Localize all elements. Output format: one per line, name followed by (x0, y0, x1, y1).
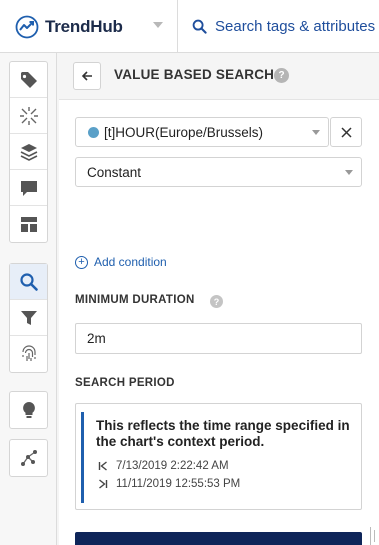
back-button[interactable] (73, 62, 101, 90)
crosshair-arrows-icon (19, 106, 38, 125)
rail-group-search (9, 263, 48, 373)
condition-select-value: Constant (87, 164, 142, 180)
graph-nodes-icon (20, 450, 37, 466)
rail-item-annotations[interactable] (10, 170, 47, 206)
layers-icon (20, 143, 37, 161)
period-end-row: 11/11/2019 12:55:53 PM (98, 478, 240, 490)
condition-select[interactable]: Constant (75, 157, 362, 187)
period-start-time: 7/13/2019 2:22:42 AM (116, 460, 229, 472)
fingerprint-icon (21, 345, 36, 361)
top-header: TrendHub Search tags & attributes (0, 0, 379, 53)
rail-item-dashboard[interactable] (10, 206, 47, 242)
page-title: VALUE BASED SEARCH (114, 67, 275, 82)
rail-item-filter[interactable] (10, 300, 47, 336)
rail-item-tags[interactable] (10, 62, 47, 98)
period-note: This reflects the time range specified i… (96, 418, 350, 449)
search-form: [t]HOUR(Europe/Brussels) Constant + Add … (59, 99, 379, 545)
add-condition-label: Add condition (94, 255, 167, 269)
arrow-left-icon (81, 71, 92, 81)
add-circle-icon: + (75, 255, 88, 269)
skip-end-icon (99, 479, 108, 489)
close-icon (340, 126, 352, 138)
dashboard-icon (20, 217, 37, 232)
search-tags-label: Search tags & attributes (215, 18, 376, 35)
chevron-down-icon (312, 130, 320, 135)
skip-start-icon (98, 461, 107, 471)
resize-handle[interactable] (370, 527, 379, 545)
search-button[interactable]: Search (75, 532, 362, 545)
trendhub-logo-icon (15, 15, 39, 38)
rail-group-graph (9, 439, 48, 477)
tag-select[interactable]: [t]HOUR(Europe/Brussels) (75, 117, 329, 147)
brand-name: TrendHub (45, 16, 123, 36)
search-tags-link[interactable]: Search tags & attributes (178, 0, 379, 53)
period-end-time: 11/11/2019 12:55:53 PM (116, 478, 241, 490)
rail-item-compress[interactable] (10, 98, 47, 134)
tag-select-value: [t]HOUR(Europe/Brussels) (104, 124, 264, 140)
rail-item-value-search[interactable] (10, 264, 47, 300)
search-period-box: This reflects the time range specified i… (75, 403, 362, 510)
minimum-duration-label: MINIMUM DURATION (75, 294, 195, 306)
rail-item-graph[interactable] (10, 440, 47, 476)
search-icon (192, 19, 207, 34)
rail-item-fingerprint[interactable] (10, 336, 47, 372)
chevron-down-icon (345, 170, 353, 175)
tag-icon (20, 71, 37, 88)
filter-icon (20, 310, 37, 325)
remove-tag-button[interactable] (330, 117, 362, 147)
search-icon (19, 272, 38, 291)
chevron-down-icon (153, 22, 163, 28)
period-accent-bar (81, 412, 84, 503)
help-icon[interactable]: ? (274, 68, 289, 83)
rail-item-insights[interactable] (10, 392, 47, 428)
signal-color-dot (88, 126, 99, 138)
rail-group-main (9, 61, 48, 243)
rail-group-insights (9, 391, 48, 429)
comment-icon (20, 180, 37, 196)
lightbulb-icon (22, 402, 35, 418)
help-icon[interactable]: ? (210, 295, 223, 308)
search-period-label: SEARCH PERIOD (75, 377, 175, 389)
left-tool-rail (0, 53, 57, 545)
value-search-panel: VALUE BASED SEARCH ? [t]HOUR(Europe/Brus… (57, 53, 379, 545)
add-condition-link[interactable]: + Add condition (75, 255, 167, 269)
rail-item-layers[interactable] (10, 134, 47, 170)
minimum-duration-input[interactable]: 2m (75, 323, 362, 354)
brand-switcher[interactable]: TrendHub (0, 0, 178, 53)
period-start-row: 7/13/2019 2:22:42 AM (98, 460, 229, 472)
